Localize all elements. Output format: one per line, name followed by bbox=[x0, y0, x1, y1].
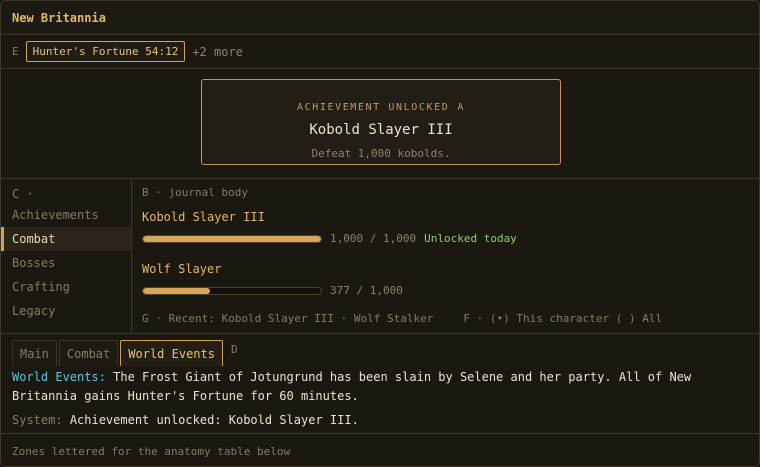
more-buffs-link[interactable]: +2 more bbox=[192, 45, 243, 59]
chat-channel-label: World Events: bbox=[12, 370, 106, 384]
game-window: New Britannia E Hunter's Fortune 54:12 +… bbox=[0, 0, 760, 467]
achievement-progress-bar bbox=[142, 234, 322, 243]
buff-chip-hunters-fortune[interactable]: Hunter's Fortune 54:12 bbox=[25, 41, 186, 62]
banner-heading: ACHIEVEMENT UNLOCKED A bbox=[202, 102, 560, 113]
achievement-name: Kobold Slayer III bbox=[142, 210, 265, 224]
chat-message-text: The Frost Giant of Jotungrund has been s… bbox=[12, 370, 692, 403]
sidebar-item-legacy[interactable]: Legacy bbox=[1, 299, 131, 323]
journal-footer: G · Recent: Kobold Slayer III · Wolf Sta… bbox=[142, 312, 752, 325]
footer-bar: Zones lettered for the anatomy table bel… bbox=[1, 434, 759, 466]
tab-combat[interactable]: Combat bbox=[58, 340, 119, 366]
banner-achievement-name: Kobold Slayer III bbox=[309, 122, 453, 138]
footer-note: Zones lettered for the anatomy table bel… bbox=[12, 444, 291, 458]
chat-message: System: Achievement unlocked: Kobold Sla… bbox=[12, 411, 752, 430]
unlocked-tag: Unlocked today bbox=[424, 232, 517, 245]
sidebar-item-achievements[interactable]: Achievements bbox=[1, 203, 131, 227]
zone-label-a: A bbox=[457, 102, 466, 113]
journal-body: B · journal body Kobold Slayer III 1,000… bbox=[132, 179, 759, 334]
zone-label-d: D bbox=[230, 343, 238, 356]
achievement-progress-bar bbox=[142, 286, 322, 295]
journal-content: C · Achievements Combat Bosses Crafting … bbox=[1, 179, 759, 334]
achievement-count: 1,000 / 1,000 bbox=[330, 232, 417, 245]
chat-message: World Events: The Frost Giant of Jotungr… bbox=[12, 368, 752, 406]
title-bar: New Britannia bbox=[1, 1, 759, 35]
achievement-entry[interactable]: Kobold Slayer III 1,000 / 1,000 Unlocked… bbox=[142, 210, 517, 245]
buff-bar: E Hunter's Fortune 54:12 +2 more bbox=[1, 35, 759, 69]
tab-world-events[interactable]: World Events bbox=[120, 340, 223, 366]
chat-message-text: Achievement unlocked: Kobold Slayer III. bbox=[69, 413, 359, 427]
zone-label-b: B · journal body bbox=[142, 186, 248, 199]
achievement-count: 377 / 1,000 bbox=[330, 284, 403, 297]
sidebar-item-combat[interactable]: Combat bbox=[1, 227, 131, 251]
progress-fill bbox=[143, 287, 211, 294]
recent-achievements: G · Recent: Kobold Slayer III · Wolf Sta… bbox=[142, 312, 434, 325]
tab-main[interactable]: Main bbox=[12, 340, 57, 366]
character-filter[interactable]: F · (•) This character ( ) All bbox=[463, 312, 662, 325]
progress-fill bbox=[143, 235, 321, 242]
achievement-name: Wolf Slayer bbox=[142, 262, 222, 276]
chat-channel-label: System: bbox=[12, 413, 63, 427]
window-title: New Britannia bbox=[12, 10, 106, 25]
achievement-banner: ACHIEVEMENT UNLOCKED A Kobold Slayer III … bbox=[201, 79, 561, 165]
chat-tabs: Main Combat World Events D bbox=[12, 340, 238, 366]
sidebar-item-bosses[interactable]: Bosses bbox=[1, 251, 131, 275]
banner-achievement-description: Defeat 1,000 kobolds. bbox=[311, 147, 451, 160]
sidebar-item-crafting[interactable]: Crafting bbox=[1, 275, 131, 299]
achievement-entry[interactable]: Wolf Slayer 377 / 1,000 bbox=[142, 262, 403, 297]
zone-label-e: E bbox=[12, 45, 19, 58]
category-sidebar: C · Achievements Combat Bosses Crafting … bbox=[1, 179, 132, 334]
zone-label-c: C · bbox=[12, 187, 34, 201]
banner-heading-text: ACHIEVEMENT UNLOCKED bbox=[296, 102, 450, 113]
achievement-banner-zone: ACHIEVEMENT UNLOCKED A Kobold Slayer III … bbox=[1, 69, 759, 179]
chat-panel: Main Combat World Events D World Events:… bbox=[1, 334, 759, 434]
